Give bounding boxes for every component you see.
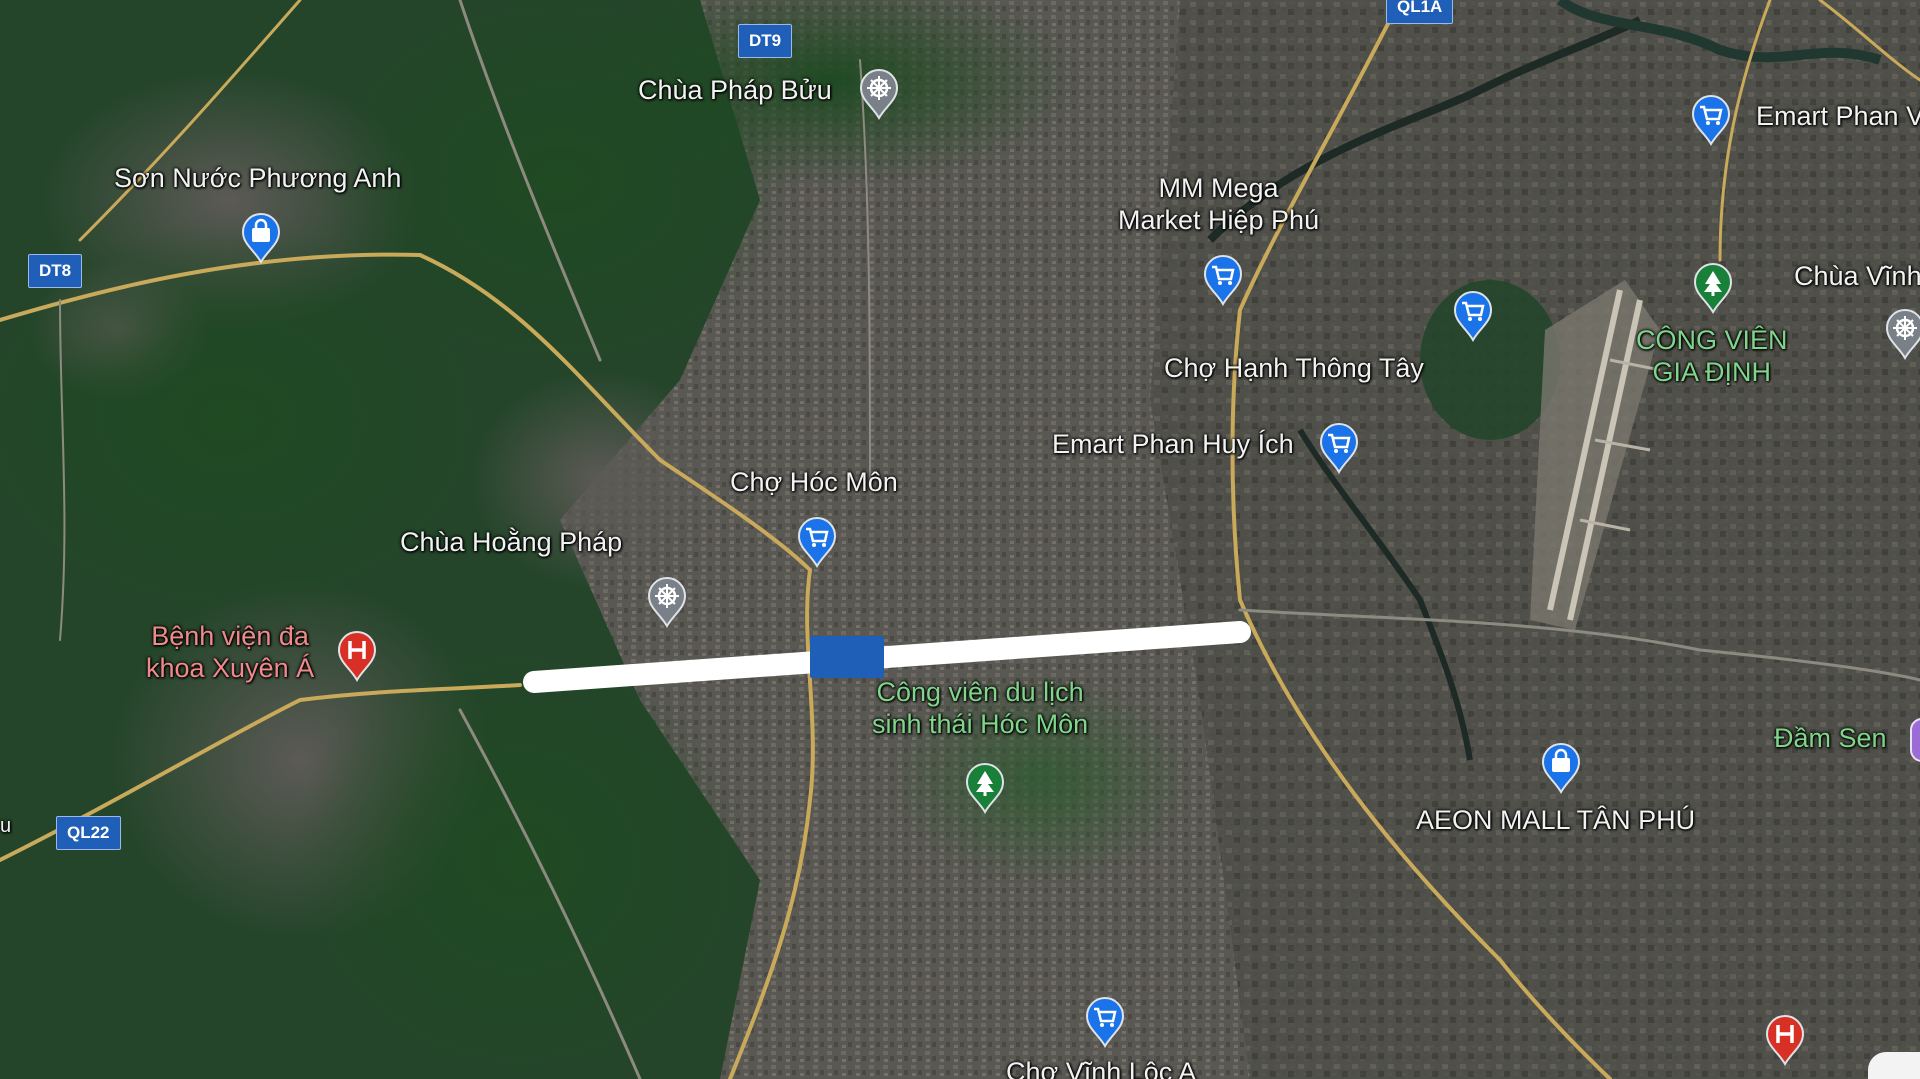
road-shield-ql22: QL22 [56,816,121,850]
place-label-mm-mega[interactable]: MM Mega Market Hiệp Phú [1118,172,1319,236]
map-corner-overlay [1868,1052,1920,1079]
hospital-icon[interactable] [336,630,378,682]
shopping-cart-icon[interactable] [1084,996,1126,1048]
shopping-cart-icon[interactable] [796,516,838,568]
place-label-chua-vinh[interactable]: Chùa Vĩnh [1794,260,1920,292]
place-label-cho-vinh-loc-a[interactable]: Chợ Vĩnh Lộc A [1006,1056,1196,1079]
place-label-son-nuoc-phuong-anh[interactable]: Sơn Nước Phương Anh [114,162,401,194]
road-shield-dt9: DT9 [738,24,793,58]
place-label-cong-vien-hoc-mon[interactable]: Công viên du lịch sinh thái Hóc Môn [872,676,1088,740]
place-label-emart-phan-v[interactable]: Emart Phan V [1756,100,1920,132]
place-label-dam-sen[interactable]: Đầm Sen [1774,722,1887,754]
place-label-aeon-mall[interactable]: AEON MALL TÂN PHÚ [1416,804,1695,836]
satellite-map[interactable]: DT9 QL1A DT8 QL22 Chùa Pháp Bửu Sơn Nước… [0,0,1920,1079]
shopping-cart-icon[interactable] [1690,94,1732,146]
place-label-cho-hoc-mon[interactable]: Chợ Hóc Môn [730,466,898,498]
place-label-benh-vien-xuyen-a[interactable]: Bệnh viện đa khoa Xuyên Á [146,620,314,684]
shopping-cart-icon[interactable] [1452,290,1494,342]
worship-icon[interactable] [646,576,688,628]
place-label-emart-phan-huy-ich[interactable]: Emart Phan Huy Ích [1052,428,1294,460]
partial-park-icon[interactable] [1910,718,1920,762]
hospital-icon[interactable] [1764,1014,1806,1066]
road-shield-dt8: DT8 [28,254,83,288]
shopping-cart-icon[interactable] [1318,422,1360,474]
place-label-cong-vien-gia-dinh[interactable]: CÔNG VIÊN GIA ĐỊNH [1636,324,1788,388]
place-label-cho-hanh-thong-tay[interactable]: Chợ Hạnh Thông Tây [1164,352,1424,384]
shopping-bag-icon[interactable] [1540,742,1582,794]
park-icon[interactable] [964,762,1006,814]
place-label-chua-phap-buu[interactable]: Chùa Pháp Bửu [638,74,832,106]
shopping-cart-icon[interactable] [1202,254,1244,306]
worship-icon[interactable] [1884,308,1920,360]
road-shield-ql1a: QL1A [1386,0,1454,24]
place-label-chua-hoang-phap[interactable]: Chùa Hoằng Pháp [400,526,622,558]
worship-icon[interactable] [858,68,900,120]
edge-label-left: u [0,815,12,837]
park-icon[interactable] [1692,262,1734,314]
shopping-bag-icon[interactable] [240,212,282,264]
